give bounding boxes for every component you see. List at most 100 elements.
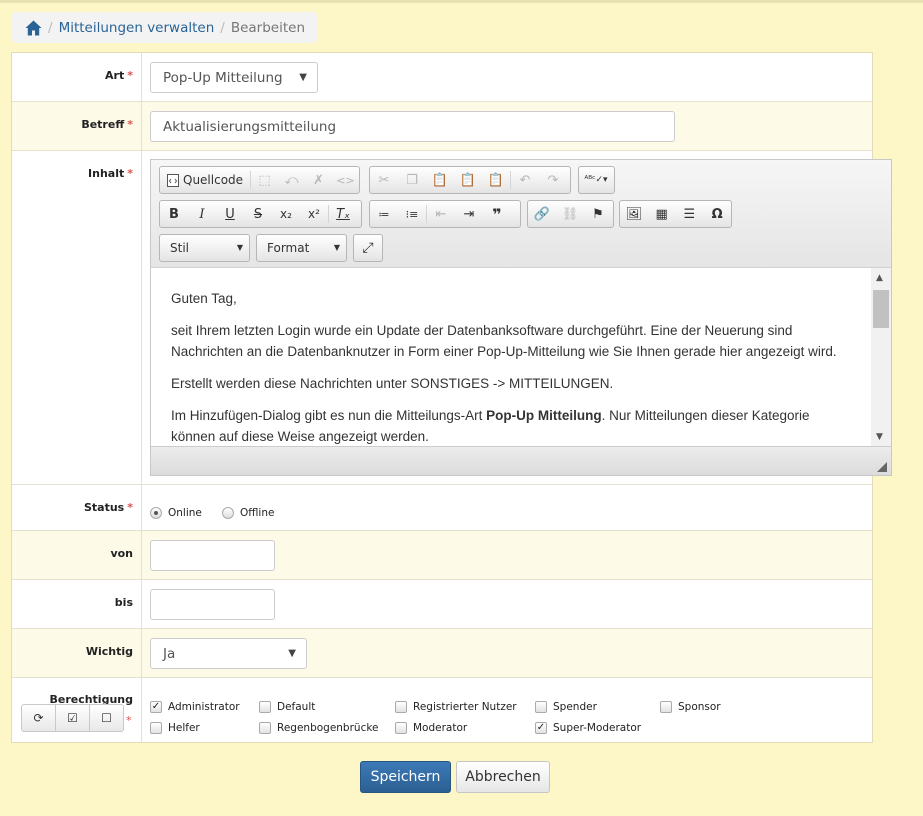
status-offline-radio[interactable]: Offline	[222, 507, 274, 519]
editor-toolbar: Quellcode ⬚ ⤺ ✗ <> ✂ ❐ 📋 📋 📋 ↶ ↷ ᴬᴮᶜ✓▾ B…	[151, 160, 891, 268]
checkbox[interactable]	[660, 701, 672, 713]
label-von: von	[12, 531, 142, 579]
scroll-thumb[interactable]	[873, 290, 889, 328]
perm-label: Administrator	[168, 701, 240, 713]
breadcrumb-link-mitteilungen[interactable]: Mitteilungen verwalten	[59, 20, 215, 36]
perm-administrator[interactable]: ✓ Administrator	[150, 701, 240, 713]
von-date-input[interactable]	[150, 540, 275, 571]
scroll-up-icon[interactable]: ▲	[876, 273, 883, 283]
special-char-icon[interactable]: Ω	[703, 201, 731, 227]
editor-content[interactable]: Guten Tag, seit Ihrem letzten Login wurd…	[151, 268, 871, 446]
toolbar-group-spellcheck: ᴬᴮᶜ✓▾	[578, 166, 615, 194]
toolbar-group-links: 🔗 ⛓ ⚑	[527, 200, 614, 228]
paste-icon[interactable]: 📋	[426, 167, 454, 193]
remove-icon[interactable]: ✗	[305, 167, 332, 193]
checkbox-checked[interactable]: ✓	[150, 701, 162, 713]
breadcrumb: / Mitteilungen verwalten / Bearbeiten	[12, 12, 317, 43]
bulleted-list-icon[interactable]: ⁝≡	[398, 201, 426, 227]
checkbox[interactable]	[535, 701, 547, 713]
perm-regenbogenbruecke[interactable]: Regenbogenbrücke	[259, 722, 379, 734]
spellcheck-icon[interactable]: ᴬᴮᶜ✓▾	[579, 167, 613, 193]
table-icon[interactable]: ▦	[648, 201, 676, 227]
format-combo[interactable]: Format ▼	[256, 234, 347, 262]
bold-icon[interactable]: B	[160, 201, 188, 227]
horizontal-line-icon[interactable]: ☰	[676, 201, 704, 227]
checkbox[interactable]	[259, 722, 271, 734]
anchor-flag-icon[interactable]: ⚑	[584, 201, 612, 227]
label-betreff: Betreff *	[12, 102, 142, 150]
remove-format-icon[interactable]: Tₓ	[329, 201, 357, 227]
betreff-input[interactable]: Aktualisierungsmitteilung	[150, 111, 675, 142]
breadcrumb-separator: /	[220, 19, 225, 36]
permission-toolbar: ⟳ ☑ ☐	[21, 704, 124, 732]
rich-text-editor: Quellcode ⬚ ⤺ ✗ <> ✂ ❐ 📋 📋 📋 ↶ ↷ ᴬᴮᶜ✓▾ B…	[150, 159, 892, 476]
row-bis: bis	[12, 580, 872, 629]
paste-text-icon[interactable]: 📋	[454, 167, 482, 193]
resize-handle-icon[interactable]	[877, 462, 887, 472]
home-icon[interactable]	[25, 20, 42, 36]
paste-word-icon[interactable]: 📋	[482, 167, 510, 193]
perm-label: Helfer	[168, 722, 200, 734]
perm-super-moderator[interactable]: ✓ Super-Moderator	[535, 722, 641, 734]
art-select[interactable]: Pop-Up Mitteilung ▼	[150, 62, 318, 93]
perm-label: Super-Moderator	[553, 722, 642, 734]
status-online-label: Online	[168, 507, 202, 519]
perm-sponsor[interactable]: Sponsor	[660, 701, 721, 713]
cut-icon[interactable]: ✂	[370, 167, 398, 193]
check-all-icon[interactable]: ☑	[56, 705, 90, 731]
maximize-icon[interactable]: ⤢	[354, 235, 382, 261]
label-bis: bis	[12, 580, 142, 628]
format-combo-label: Format	[267, 241, 310, 255]
status-online-radio[interactable]: Online	[150, 507, 202, 519]
undo-icon[interactable]: ↶	[511, 167, 539, 193]
label-inhalt: Inhalt *	[12, 151, 142, 484]
perm-spender[interactable]: Spender	[535, 701, 597, 713]
perm-helfer[interactable]: Helfer	[150, 722, 200, 734]
bis-date-input[interactable]	[150, 589, 275, 620]
indent-icon[interactable]: ⇥	[455, 201, 483, 227]
toolbar-group-insert: 🖼 ▦ ☰ Ω	[619, 200, 732, 228]
image-icon[interactable]: 🖼	[620, 201, 648, 227]
perm-label: Default	[277, 701, 316, 713]
betreff-value: Aktualisierungsmitteilung	[163, 118, 337, 135]
strikethrough-icon[interactable]: S	[244, 201, 272, 227]
style-combo[interactable]: Stil ▼	[159, 234, 250, 262]
radio-unselected[interactable]	[222, 507, 234, 519]
uncheck-all-icon[interactable]: ☐	[90, 705, 123, 731]
outdent-icon[interactable]: ⇤	[427, 201, 455, 227]
save-button[interactable]: Speichern	[360, 761, 451, 793]
checkbox-checked[interactable]: ✓	[535, 722, 547, 734]
style-combo-label: Stil	[170, 241, 189, 255]
radio-selected[interactable]	[150, 507, 162, 519]
checkbox[interactable]	[395, 701, 407, 713]
undo-redo-icon[interactable]: ⤺	[278, 167, 305, 193]
wichtig-select[interactable]: Ja ▼	[150, 638, 307, 669]
templates-icon[interactable]: ⬚	[251, 167, 278, 193]
checkbox[interactable]	[150, 722, 162, 734]
subscript-icon[interactable]: x₂	[272, 201, 300, 227]
cancel-button[interactable]: Abbrechen	[456, 761, 550, 793]
blockquote-icon[interactable]: ❞	[483, 201, 511, 227]
unlink-icon[interactable]: ⛓	[556, 201, 584, 227]
source-button[interactable]: Quellcode	[160, 167, 250, 193]
perm-default[interactable]: Default	[259, 701, 315, 713]
toolbar-group-tools: ⤢	[353, 234, 383, 262]
italic-icon[interactable]: I	[188, 201, 216, 227]
redo-icon[interactable]: ↷	[539, 167, 567, 193]
perm-moderator[interactable]: Moderator	[395, 722, 467, 734]
content-paragraph: Erstellt werden diese Nachrichten unter …	[171, 376, 614, 391]
checkbox[interactable]	[395, 722, 407, 734]
checkbox[interactable]	[259, 701, 271, 713]
superscript-icon[interactable]: x²	[300, 201, 328, 227]
copy-icon[interactable]: ❐	[398, 167, 426, 193]
underline-icon[interactable]: U	[216, 201, 244, 227]
refresh-icon[interactable]: ⟳	[22, 705, 56, 731]
row-inhalt: Inhalt * Quellcode ⬚ ⤺ ✗ <> ✂ ❐ 📋 📋 📋 ↶ …	[12, 151, 892, 485]
editor-scrollbar[interactable]: ▲ ▼	[871, 268, 891, 446]
perm-registrierter-nutzer[interactable]: Registrierter Nutzer	[395, 701, 517, 713]
code-icon[interactable]: <>	[332, 167, 359, 193]
scroll-down-icon[interactable]: ▼	[876, 432, 883, 442]
numbered-list-icon[interactable]: ≔	[370, 201, 398, 227]
row-art: Art * Pop-Up Mitteilung ▼	[12, 53, 872, 102]
link-icon[interactable]: 🔗	[528, 201, 556, 227]
